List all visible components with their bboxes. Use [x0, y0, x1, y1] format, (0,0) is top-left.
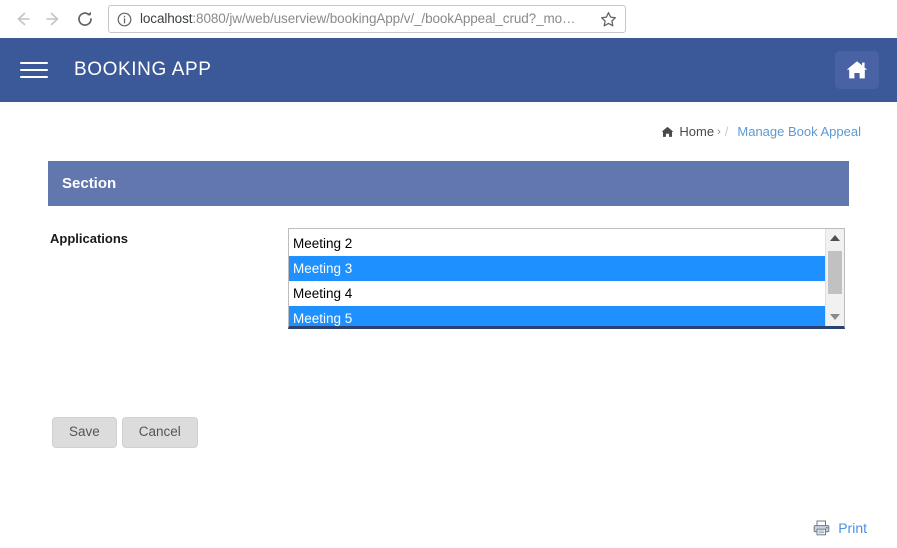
chevron-down-icon	[830, 314, 840, 320]
forward-arrow-icon	[46, 12, 59, 26]
page-body: Home › / Manage Book Appeal Section Appl…	[0, 102, 897, 548]
home-icon	[846, 61, 868, 79]
url-path: :8080/jw/web/userview/bookingApp/v/_/boo…	[192, 11, 576, 26]
breadcrumb: Home › / Manage Book Appeal	[0, 102, 897, 139]
save-button[interactable]: Save	[52, 417, 117, 448]
applications-option-list[interactable]: Meeting 2 Meeting 3 Meeting 4 Meeting 5	[289, 229, 825, 326]
applications-scrollbar[interactable]	[825, 229, 844, 326]
printer-icon	[813, 520, 830, 536]
form-action-buttons: Save Cancel	[50, 417, 198, 448]
section-title: Section	[62, 175, 117, 192]
list-item[interactable]: Meeting 2	[289, 231, 825, 256]
reload-icon	[78, 11, 92, 26]
reload-button[interactable]	[72, 6, 98, 32]
forward-button[interactable]	[40, 6, 66, 32]
hamburger-bar	[20, 76, 48, 78]
scrollbar-up-button[interactable]	[826, 229, 844, 247]
back-button[interactable]	[10, 6, 36, 32]
applications-field-area: Meeting 2 Meeting 3 Meeting 4 Meeting 5	[288, 228, 849, 329]
hamburger-bar	[20, 62, 48, 64]
scrollbar-thumb[interactable]	[828, 251, 842, 294]
cancel-button[interactable]: Cancel	[121, 417, 198, 448]
section-header: Section	[48, 161, 849, 206]
bookmark-star-icon[interactable]	[600, 11, 617, 28]
scrollbar-down-button[interactable]	[826, 308, 844, 326]
address-bar[interactable]: localhost:8080/jw/web/userview/bookingAp…	[108, 5, 626, 33]
breadcrumb-home-icon	[661, 126, 674, 138]
back-arrow-icon	[17, 12, 30, 26]
list-item[interactable]: Meeting 5	[289, 306, 825, 326]
list-item[interactable]: Meeting 3	[289, 256, 825, 281]
applications-label: Applications	[50, 231, 129, 246]
hamburger-bar	[20, 69, 48, 71]
breadcrumb-current[interactable]: Manage Book Appeal	[737, 124, 861, 139]
url-host: localhost	[140, 11, 193, 26]
app-title: BOOKING APP	[74, 59, 212, 80]
site-info-icon[interactable]	[117, 12, 132, 27]
breadcrumb-separator: /	[724, 124, 729, 139]
home-button[interactable]	[835, 51, 879, 89]
url-text: localhost:8080/jw/web/userview/bookingAp…	[140, 6, 594, 32]
form-row-applications: Applications Meeting 2 Meeting 3 Meeting…	[48, 228, 849, 329]
print-label: Print	[838, 520, 867, 536]
content-wrapper: Section Applications Meeting 2 Meeting 3…	[0, 161, 897, 329]
browser-toolbar: localhost:8080/jw/web/userview/bookingAp…	[0, 0, 897, 38]
list-item[interactable]: Meeting 4	[289, 281, 825, 306]
scrollbar-track[interactable]	[826, 247, 844, 308]
chevron-up-icon	[830, 235, 840, 241]
print-link[interactable]: Print	[813, 520, 867, 536]
breadcrumb-caret: ›	[717, 125, 721, 138]
applications-multiselect[interactable]: Meeting 2 Meeting 3 Meeting 4 Meeting 5	[288, 228, 845, 329]
hamburger-menu-icon[interactable]	[20, 59, 48, 81]
app-header: BOOKING APP	[0, 38, 897, 102]
breadcrumb-home-label[interactable]: Home	[679, 124, 714, 139]
